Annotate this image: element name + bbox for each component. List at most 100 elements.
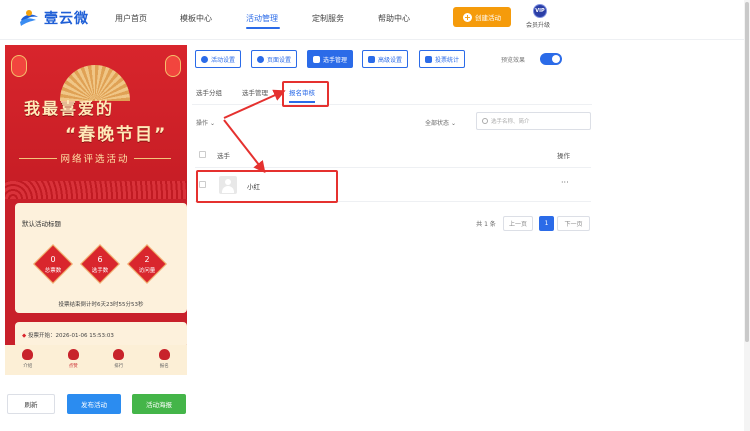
toolbar-label: 页面设置 [267, 56, 292, 64]
nav-item-template-center[interactable]: 模板中心 [180, 13, 212, 24]
preview-tab-label: 介绍 [23, 364, 33, 369]
preview-tab-signup[interactable]: 报名 [142, 345, 188, 375]
nav-item-help-center[interactable]: 帮助中心 [378, 13, 410, 24]
preview-banner: 我最喜爱的 “春晚节目” 网络评选活动 [5, 45, 187, 195]
sliders-icon [368, 55, 375, 63]
activity-settings-button[interactable]: 活动设置 [195, 50, 242, 68]
toggle-knob [552, 55, 560, 63]
search-placeholder: 选手名称、简介 [491, 119, 530, 125]
gear-icon [201, 55, 208, 63]
preview-title-line2: “春晚节目” [65, 125, 168, 145]
vote-statistics-button[interactable]: 投票统计 [419, 50, 466, 68]
refresh-button[interactable]: 刷新 [7, 394, 55, 414]
page-scrollbar[interactable] [744, 0, 750, 431]
column-header-player: 选手 [217, 152, 230, 160]
signup-icon [158, 349, 170, 360]
plus-icon: + [463, 12, 472, 22]
vote-countdown: 投票结束倒计时6天23时55分53秒 [58, 302, 144, 308]
stat-visits: 2 访问量 [127, 244, 167, 284]
preview-tab-label: 排行 [114, 364, 124, 369]
nav-item-user-home[interactable]: 用户首页 [115, 13, 147, 24]
operation-dropdown[interactable]: 操作 ⌄ [196, 118, 215, 127]
stat-label: 总票数 [44, 268, 62, 274]
create-activity-button[interactable]: + 创建活动 [453, 7, 511, 27]
lantern-icon [11, 55, 27, 77]
preview-subtitle: 网络评选活动 [15, 150, 175, 166]
activity-preview-panel: 我最喜爱的 “春晚节目” 网络评选活动 默认活动标题 0 总票数 6 选手数 2… [5, 45, 187, 375]
tab-player-management[interactable]: 选手管理 [242, 87, 268, 97]
stat-value: 0 [50, 255, 56, 264]
nav-item-custom-service[interactable]: 定制服务 [312, 13, 344, 24]
pagination-next-button[interactable]: 下一页 [557, 216, 590, 231]
nav-item-activity-management[interactable]: 活动管理 [246, 13, 278, 24]
member-upgrade-button[interactable]: VIP 会员升级 [526, 4, 553, 29]
annotation-highlight-box [282, 81, 329, 107]
toolbar-label: 投票统计 [435, 56, 460, 64]
users-icon [313, 55, 320, 63]
stat-player-count: 6 选手数 [80, 244, 120, 284]
advanced-settings-button[interactable]: 高级设置 [362, 50, 409, 68]
activity-poster-button[interactable]: 活动海报 [132, 394, 186, 414]
divider [192, 104, 592, 105]
toolbar-label: 高级设置 [378, 56, 403, 64]
toolbar-label: 选手管理 [323, 56, 348, 64]
top-navigation-bar: 壹云微 用户首页 模板中心 活动管理 定制服务 帮助中心 + 创建活动 VIP … [0, 0, 750, 40]
diamond-shape [127, 244, 167, 284]
status-filter-label: 全部状态 [425, 120, 450, 127]
vip-badge-icon: VIP [533, 4, 547, 18]
vote-start-time: ◆ 投票开始：2026-01-06 15:53:03 [22, 331, 114, 339]
nav-active-indicator [246, 27, 280, 29]
ranking-icon [113, 349, 125, 360]
bar-chart-icon [425, 55, 432, 63]
logo[interactable]: 壹云微 [18, 8, 89, 28]
member-upgrade-label: 会员升级 [525, 22, 550, 29]
pagination-total: 共 1 条 [476, 221, 496, 228]
publish-activity-button[interactable]: 发布活动 [67, 394, 121, 414]
pagination-prev-button[interactable]: 上一页 [503, 216, 533, 231]
preview-tab-label: 点赞 [68, 364, 78, 369]
table-header: 选手 操作 [195, 142, 591, 168]
divider [19, 157, 57, 159]
chevron-down-icon: ⌄ [209, 120, 215, 127]
preview-effect-toggle[interactable] [540, 53, 562, 65]
preview-tab-intro[interactable]: 介绍 [5, 345, 51, 375]
preview-subtitle-text: 网络评选活动 [60, 154, 130, 165]
vote-start-time-text: 投票开始：2026-01-06 15:53:03 [27, 333, 114, 339]
column-header-operation: 操作 [557, 152, 570, 160]
like-icon [67, 349, 79, 360]
player-management-button[interactable]: 选手管理 [307, 50, 354, 68]
logo-text: 壹云微 [44, 11, 89, 27]
tab-player-groups[interactable]: 选手分组 [196, 87, 222, 97]
preview-tab-ranking[interactable]: 排行 [96, 345, 142, 375]
logo-icon [20, 10, 38, 26]
preview-effect-label: 预览效果 [501, 57, 526, 64]
annotation-highlight-box [196, 170, 338, 203]
create-activity-label: 创建活动 [475, 14, 501, 22]
select-all-checkbox[interactable] [199, 151, 206, 158]
gear-icon [257, 55, 264, 63]
divider [133, 157, 172, 159]
lantern-icon [165, 55, 181, 77]
diamond-shape [33, 244, 73, 284]
stat-value: 6 [97, 255, 103, 264]
stat-total-votes: 0 总票数 [33, 244, 73, 284]
more-actions-button[interactable]: ··· [561, 178, 569, 187]
preview-title-line1: 我最喜爱的 [24, 99, 115, 118]
preview-tab-like[interactable]: 点赞 [51, 345, 97, 375]
stat-label: 访问量 [138, 268, 156, 274]
preview-tab-label: 报名 [159, 364, 169, 369]
scrollbar-thumb[interactable] [745, 2, 749, 342]
chevron-down-icon: ⌄ [450, 120, 456, 127]
stat-value: 2 [144, 255, 150, 264]
preview-tab-bar: 介绍 点赞 排行 报名 [5, 345, 187, 375]
intro-icon [22, 349, 34, 360]
page-settings-button[interactable]: 页面设置 [251, 50, 298, 68]
player-search-input[interactable]: 选手名称、简介 [476, 112, 591, 130]
activity-info-card: 默认活动标题 0 总票数 6 选手数 2 访问量 投票结束倒计时6天23时55分… [15, 203, 187, 313]
operation-dropdown-label: 操作 [196, 120, 209, 127]
status-filter-dropdown[interactable]: 全部状态 ⌄ [425, 118, 456, 127]
toolbar-label: 活动设置 [211, 56, 236, 64]
diamond-shape [80, 244, 120, 284]
wave-decoration [5, 181, 187, 199]
pagination-current-page[interactable]: 1 [539, 216, 554, 231]
